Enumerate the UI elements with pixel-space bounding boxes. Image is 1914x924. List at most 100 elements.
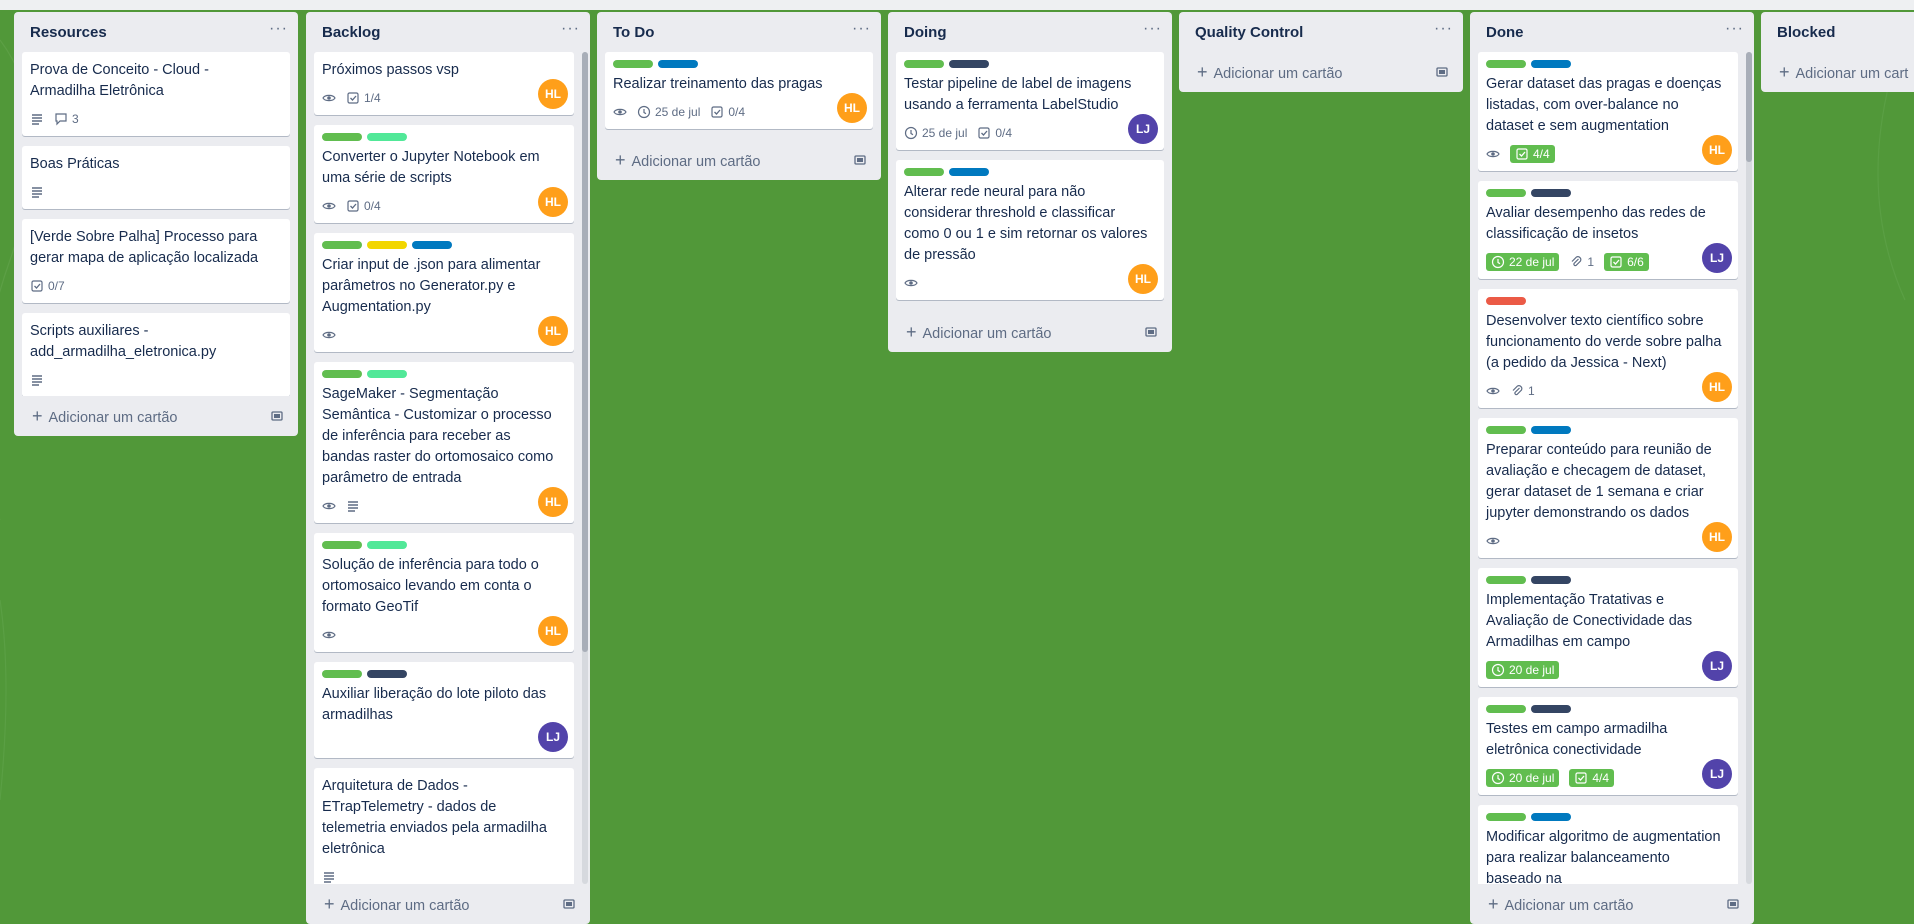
avatar[interactable]: HL xyxy=(1702,522,1732,552)
watch-icon xyxy=(1486,534,1500,548)
scrollbar[interactable] xyxy=(582,52,588,884)
top-strip xyxy=(0,0,1914,10)
attachment-count: 1 xyxy=(1528,384,1535,398)
avatar[interactable]: LJ xyxy=(1702,651,1732,681)
card-title: Realizar treinamento das pragas xyxy=(613,76,823,92)
label-green xyxy=(322,670,362,678)
card[interactable]: Boas Práticas xyxy=(22,146,290,209)
card-labels xyxy=(322,133,566,141)
attachment-count: 1 xyxy=(1587,255,1595,269)
card-template-icon[interactable] xyxy=(562,897,576,911)
list-menu-icon[interactable]: ··· xyxy=(1725,21,1744,40)
checklist-badge: 0/7 xyxy=(30,279,65,293)
card-template-icon[interactable] xyxy=(853,153,867,167)
checklist-count: 6/6 xyxy=(1627,255,1644,269)
card[interactable]: SageMaker - Segmentação Semântica - Cust… xyxy=(314,362,574,523)
card-labels xyxy=(1486,189,1730,197)
avatar[interactable]: HL xyxy=(1702,135,1732,165)
label-navy xyxy=(367,670,407,678)
avatar[interactable]: LJ xyxy=(1702,243,1732,273)
card-template-icon[interactable] xyxy=(1144,325,1158,339)
plus-icon: + xyxy=(615,149,626,170)
card[interactable]: Realizar treinamento das pragas 25 de ju… xyxy=(605,52,873,129)
due-date: 22 de jul xyxy=(1509,255,1555,269)
card[interactable]: Preparar conteúdo para reunião de avalia… xyxy=(1478,418,1738,558)
card-badges xyxy=(322,624,566,646)
card[interactable]: Converter o Jupyter Notebook em uma séri… xyxy=(314,125,574,223)
list-menu-icon[interactable]: ··· xyxy=(852,21,871,40)
add-card-button[interactable]: + Adicionar um cartão xyxy=(306,884,590,924)
card-labels xyxy=(1486,813,1730,821)
card-badges: 1 xyxy=(1486,380,1730,402)
card[interactable]: Testes em campo armadilha eletrônica con… xyxy=(1478,697,1738,795)
card-template-icon[interactable] xyxy=(270,409,284,423)
avatar[interactable]: LJ xyxy=(538,722,568,752)
checklist-badge: 4/4 xyxy=(1569,769,1615,787)
card-title: Modificar algoritmo de augmentation para… xyxy=(1486,829,1721,884)
card-badges xyxy=(322,495,566,517)
avatar[interactable]: HL xyxy=(538,616,568,646)
avatar[interactable]: HL xyxy=(538,487,568,517)
attachment-badge: 1 xyxy=(1510,384,1535,398)
avatar[interactable]: HL xyxy=(538,316,568,346)
card-badges xyxy=(904,272,1156,294)
card-badges: 0/4 xyxy=(322,195,566,217)
checklist-count: 0/7 xyxy=(48,279,65,293)
scroll-thumb[interactable] xyxy=(582,52,588,652)
list-title: Quality Control xyxy=(1195,23,1304,41)
card[interactable]: Solução de inferência para todo o ortomo… xyxy=(314,533,574,652)
card[interactable]: Implementação Tratativas e Avaliação de … xyxy=(1478,568,1738,687)
avatar[interactable]: HL xyxy=(1702,372,1732,402)
card[interactable]: [Verde Sobre Palha] Processo para gerar … xyxy=(22,219,290,303)
avatar[interactable]: LJ xyxy=(1702,759,1732,789)
scrollbar[interactable] xyxy=(1746,52,1752,884)
scroll-thumb[interactable] xyxy=(1746,52,1752,162)
card-title: Testar pipeline de label de imagens usan… xyxy=(904,76,1132,113)
card[interactable]: Gerar dataset das pragas e doenças lista… xyxy=(1478,52,1738,171)
add-card-button[interactable]: + Adicionar um cartão xyxy=(1179,52,1463,92)
checklist-count: 0/4 xyxy=(364,199,381,213)
card-title: Testes em campo armadilha eletrônica con… xyxy=(1486,721,1668,758)
card-badges: 25 de jul 0/4 xyxy=(904,122,1156,144)
add-card-button[interactable]: + Adicionar um cartão xyxy=(888,312,1172,352)
avatar[interactable]: HL xyxy=(538,79,568,109)
list-menu-icon[interactable]: ··· xyxy=(561,21,580,40)
card-template-icon[interactable] xyxy=(1435,65,1449,79)
list-menu-icon[interactable]: ··· xyxy=(269,21,288,40)
plus-icon: + xyxy=(32,405,43,426)
label-navy xyxy=(949,60,989,68)
avatar[interactable]: HL xyxy=(837,93,867,123)
card[interactable]: Criar input de .json para alimentar parâ… xyxy=(314,233,574,352)
card[interactable]: Scripts auxiliares - add_armadilha_eletr… xyxy=(22,313,290,396)
card[interactable]: Avaliar desempenho das redes de classifi… xyxy=(1478,181,1738,279)
card-list: Realizar treinamento das pragas 25 de ju… xyxy=(597,52,881,140)
avatar[interactable]: HL xyxy=(1128,264,1158,294)
list-menu-icon[interactable]: ··· xyxy=(1434,21,1453,40)
add-card-button[interactable]: + Adicionar um cartão xyxy=(597,140,881,180)
card[interactable]: Arquitetura de Dados - ETrapTelemetry - … xyxy=(314,768,574,884)
card-badges xyxy=(1486,530,1730,552)
board: Resources ··· Prova de Conceito - Cloud … xyxy=(14,12,1914,924)
checklist-badge: 6/6 xyxy=(1604,253,1649,271)
list-header: Doing ··· xyxy=(888,12,1172,52)
card[interactable]: Desenvolver texto científico sobre funci… xyxy=(1478,289,1738,408)
label-green xyxy=(322,133,362,141)
card[interactable]: Modificar algoritmo de augmentation para… xyxy=(1478,805,1738,884)
card[interactable]: Testar pipeline de label de imagens usan… xyxy=(896,52,1164,150)
card[interactable]: Alterar rede neural para não considerar … xyxy=(896,160,1164,300)
list-backlog: Backlog ··· Próximos passos vsp 1/4 HL C… xyxy=(306,12,590,924)
label-lime xyxy=(367,370,407,378)
list-done: Done ··· Gerar dataset das pragas e doen… xyxy=(1470,12,1754,924)
card[interactable]: Auxiliar liberação do lote piloto das ar… xyxy=(314,662,574,758)
avatar[interactable]: LJ xyxy=(1128,114,1158,144)
card-template-icon[interactable] xyxy=(1726,897,1740,911)
add-card-button[interactable]: + Adicionar um cartão xyxy=(1470,884,1754,924)
add-card-button[interactable]: + Adicionar um cart xyxy=(1761,52,1914,92)
card[interactable]: Prova de Conceito - Cloud - Armadilha El… xyxy=(22,52,290,136)
label-green xyxy=(322,370,362,378)
list-menu-icon[interactable]: ··· xyxy=(1143,21,1162,40)
add-card-button[interactable]: + Adicionar um cartão xyxy=(14,396,298,436)
card-list: Prova de Conceito - Cloud - Armadilha El… xyxy=(14,52,298,396)
card[interactable]: Próximos passos vsp 1/4 HL xyxy=(314,52,574,115)
avatar[interactable]: HL xyxy=(538,187,568,217)
